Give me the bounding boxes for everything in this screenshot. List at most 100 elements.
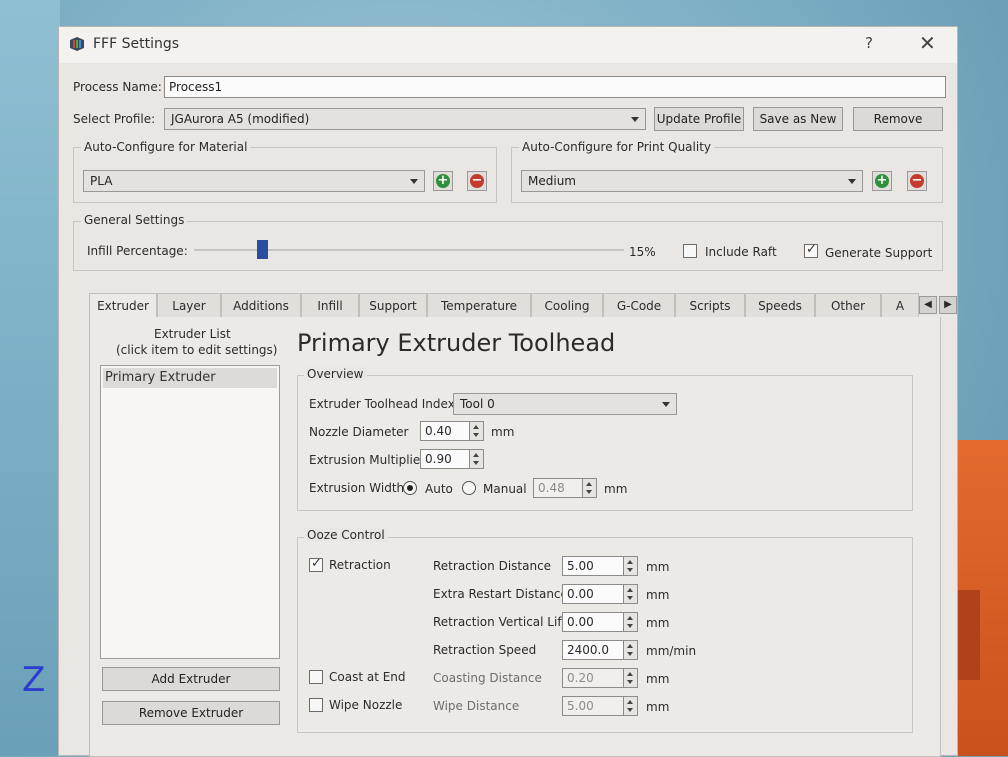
wipe-nozzle-checkbox[interactable]	[309, 698, 323, 712]
add-material-button[interactable]: +	[433, 171, 453, 191]
extruder-list[interactable]: Primary Extruder	[100, 365, 280, 659]
settings-tabs: Extruder Layer Additions Infill Support …	[89, 293, 957, 318]
material-select[interactable]: PLA	[83, 170, 425, 192]
spin-arrows-icon[interactable]	[623, 584, 638, 604]
window-title: FFF Settings	[93, 36, 180, 52]
ooze-control-label: Ooze Control	[304, 528, 388, 542]
chevron-down-icon	[631, 117, 639, 122]
tab-advanced[interactable]: A	[881, 293, 919, 317]
vertical-lift-input[interactable]: 0.00	[562, 612, 638, 632]
tab-speeds[interactable]: Speeds	[745, 293, 815, 317]
tab-layer[interactable]: Layer	[157, 293, 221, 317]
material-select-value: PLA	[90, 174, 113, 188]
process-name-input[interactable]: Process1	[164, 76, 946, 98]
wipe-nozzle-label: Wipe Nozzle	[329, 698, 403, 712]
minus-icon: −	[470, 173, 484, 188]
infill-slider-handle[interactable]	[257, 240, 268, 259]
width-auto-label: Auto	[425, 482, 453, 496]
retraction-speed-input[interactable]: 2400.0	[562, 640, 638, 660]
chevron-down-icon	[410, 179, 418, 184]
width-auto-radio[interactable]	[403, 481, 417, 495]
remove-quality-button[interactable]: −	[907, 171, 927, 191]
retraction-distance-label: Retraction Distance	[433, 559, 552, 573]
spin-arrows-icon[interactable]	[623, 640, 638, 660]
plus-icon: +	[875, 173, 889, 188]
retraction-distance-unit: mm	[646, 560, 670, 574]
extrusion-width-unit: mm	[604, 482, 628, 496]
toolhead-index-value: Tool 0	[460, 397, 495, 411]
spin-arrows-icon[interactable]	[469, 449, 484, 469]
remove-extruder-button[interactable]: Remove Extruder	[102, 701, 280, 725]
coasting-distance-label: Coasting Distance	[433, 671, 542, 685]
toolhead-index-label: Extruder Toolhead Index	[309, 397, 455, 411]
coasting-distance-value: 0.20	[567, 671, 594, 685]
retraction-speed-unit: mm/min	[646, 644, 697, 658]
spin-arrows-icon[interactable]	[582, 478, 597, 498]
tab-cooling[interactable]: Cooling	[531, 293, 603, 317]
coasting-distance-input[interactable]: 0.20	[562, 668, 638, 688]
tab-other[interactable]: Other	[815, 293, 881, 317]
extrusion-width-value: 0.48	[538, 481, 565, 495]
background-viewport	[0, 0, 60, 756]
list-item[interactable]: Primary Extruder	[103, 368, 277, 388]
profile-select[interactable]: JGAurora A5 (modified)	[164, 108, 646, 130]
wipe-distance-unit: mm	[646, 700, 670, 714]
nozzle-diameter-input[interactable]: 0.40	[420, 421, 484, 441]
wipe-distance-input[interactable]: 5.00	[562, 696, 638, 716]
help-button[interactable]: ?	[865, 34, 873, 52]
extra-restart-distance-unit: mm	[646, 588, 670, 602]
nozzle-diameter-value: 0.40	[425, 424, 452, 438]
toolhead-index-select[interactable]: Tool 0	[453, 393, 677, 415]
remove-material-button[interactable]: −	[467, 171, 487, 191]
chevron-down-icon	[848, 179, 856, 184]
spin-arrows-icon[interactable]	[623, 556, 638, 576]
coast-at-end-label: Coast at End	[329, 670, 406, 684]
app-icon	[70, 37, 84, 51]
tab-infill[interactable]: Infill	[301, 293, 359, 317]
width-manual-radio[interactable]	[462, 481, 476, 495]
tab-extruder[interactable]: Extruder	[89, 293, 157, 318]
generate-support-checkbox[interactable]	[804, 242, 818, 258]
add-quality-button[interactable]: +	[872, 171, 892, 191]
spin-arrows-icon[interactable]	[623, 612, 638, 632]
coast-at-end-checkbox[interactable]	[309, 670, 323, 684]
extra-restart-distance-input[interactable]: 0.00	[562, 584, 638, 604]
update-profile-button[interactable]: Update Profile	[654, 107, 744, 131]
add-extruder-button[interactable]: Add Extruder	[102, 667, 280, 691]
retraction-distance-input[interactable]: 5.00	[562, 556, 638, 576]
title-bar: FFF Settings ? ✕	[59, 27, 957, 63]
infill-value: 15%	[629, 245, 656, 259]
include-raft-label: Include Raft	[705, 245, 777, 259]
coasting-distance-unit: mm	[646, 672, 670, 686]
extrusion-width-input[interactable]: 0.48	[533, 478, 597, 498]
vertical-lift-value: 0.00	[567, 615, 594, 629]
wipe-distance-label: Wipe Distance	[433, 699, 520, 713]
fff-settings-dialog: FFF Settings ? ✕ Process Name: Process1 …	[58, 26, 958, 757]
tab-gcode[interactable]: G-Code	[603, 293, 675, 317]
spin-arrows-icon[interactable]	[469, 421, 484, 441]
extrusion-multiplier-input[interactable]: 0.90	[420, 449, 484, 469]
tab-scripts[interactable]: Scripts	[675, 293, 745, 317]
quality-select[interactable]: Medium	[521, 170, 863, 192]
extruder-list-title: Extruder List	[154, 327, 231, 341]
tab-additions[interactable]: Additions	[221, 293, 301, 317]
spin-arrows-icon[interactable]	[623, 668, 638, 688]
close-icon[interactable]: ✕	[919, 31, 936, 55]
retraction-checkbox[interactable]	[309, 556, 323, 572]
spin-arrows-icon[interactable]	[623, 696, 638, 716]
save-as-new-button[interactable]: Save as New	[753, 107, 843, 131]
background-model-shadow	[958, 590, 980, 680]
process-name-label: Process Name:	[73, 80, 162, 94]
scroll-right-icon[interactable]: ▶	[939, 296, 957, 314]
wipe-distance-value: 5.00	[567, 699, 594, 713]
generate-support-label: Generate Support	[825, 246, 933, 260]
include-raft-checkbox[interactable]	[683, 244, 697, 258]
scroll-left-icon[interactable]: ◀	[919, 296, 937, 314]
general-settings-label: General Settings	[81, 213, 188, 227]
extrusion-width-label: Extrusion Width	[309, 481, 405, 495]
tab-temperature[interactable]: Temperature	[427, 293, 531, 317]
tab-support[interactable]: Support	[359, 293, 427, 317]
retraction-speed-label: Retraction Speed	[433, 643, 537, 657]
extra-restart-distance-label: Extra Restart Distance	[433, 587, 568, 601]
remove-profile-button[interactable]: Remove	[853, 107, 943, 131]
